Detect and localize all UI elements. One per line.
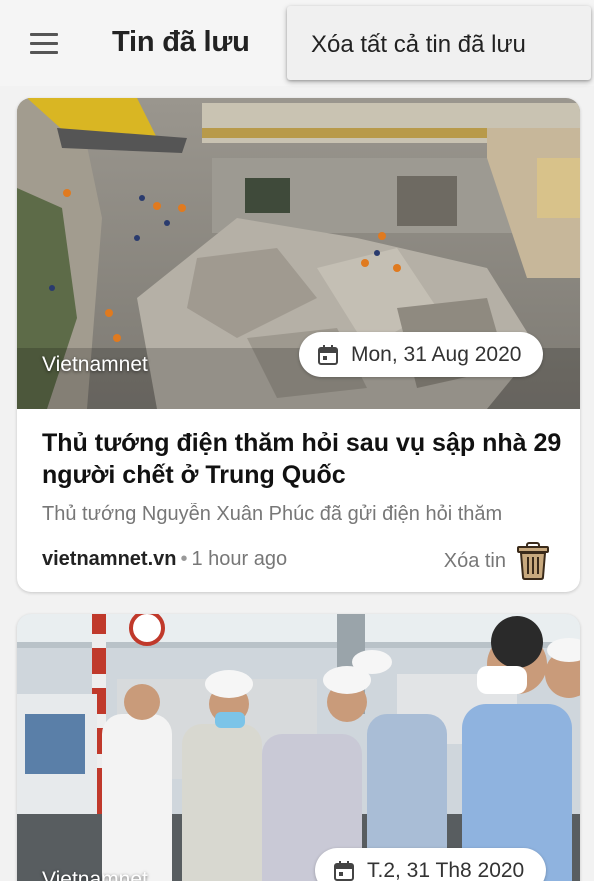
date-badge: Mon, 31 Aug 2020: [299, 332, 544, 377]
overflow-menu: Xóa tất cả tin đã lưu: [287, 6, 591, 80]
source-label: Vietnamnet: [42, 868, 148, 881]
calendar-icon: [333, 860, 355, 881]
calendar-icon: [317, 344, 339, 366]
article-card[interactable]: Vietnamnet Mon, 31 Aug 2020 Thủ tướng đi…: [17, 98, 580, 592]
trash-icon[interactable]: [516, 542, 550, 580]
source-domain: vietnamnet.vn: [42, 548, 177, 570]
date-badge: T.2, 31 Th8 2020: [315, 848, 547, 881]
clear-all-saved-menu-item[interactable]: Xóa tất cả tin đã lưu: [311, 31, 526, 59]
date-text: Mon, 31 Aug 2020: [351, 342, 522, 366]
hamburger-menu-icon[interactable]: [26, 30, 60, 58]
delete-article-button[interactable]: Xóa tin: [444, 542, 550, 580]
article-thumbnail[interactable]: Vietnamnet T.2, 31 Th8 2020: [17, 614, 580, 881]
article-summary: Thủ tướng Nguyễn Xuân Phúc đã gửi điện h…: [42, 503, 503, 525]
article-card[interactable]: Vietnamnet T.2, 31 Th8 2020: [17, 614, 580, 881]
time-ago: 1 hour ago: [191, 548, 288, 570]
article-headline[interactable]: Thủ tướng điện thăm hỏi sau vụ sập nhà 2…: [42, 427, 562, 491]
page-title: Tin đã lưu: [112, 26, 250, 58]
meta-separator: •: [180, 548, 188, 570]
source-label: Vietnamnet: [42, 353, 148, 376]
article-meta: vietnamnet.vn • 1 hour ago: [42, 548, 287, 571]
date-text: T.2, 31 Th8 2020: [367, 858, 525, 881]
article-thumbnail[interactable]: Vietnamnet Mon, 31 Aug 2020: [17, 98, 580, 409]
delete-label: Xóa tin: [443, 549, 506, 572]
